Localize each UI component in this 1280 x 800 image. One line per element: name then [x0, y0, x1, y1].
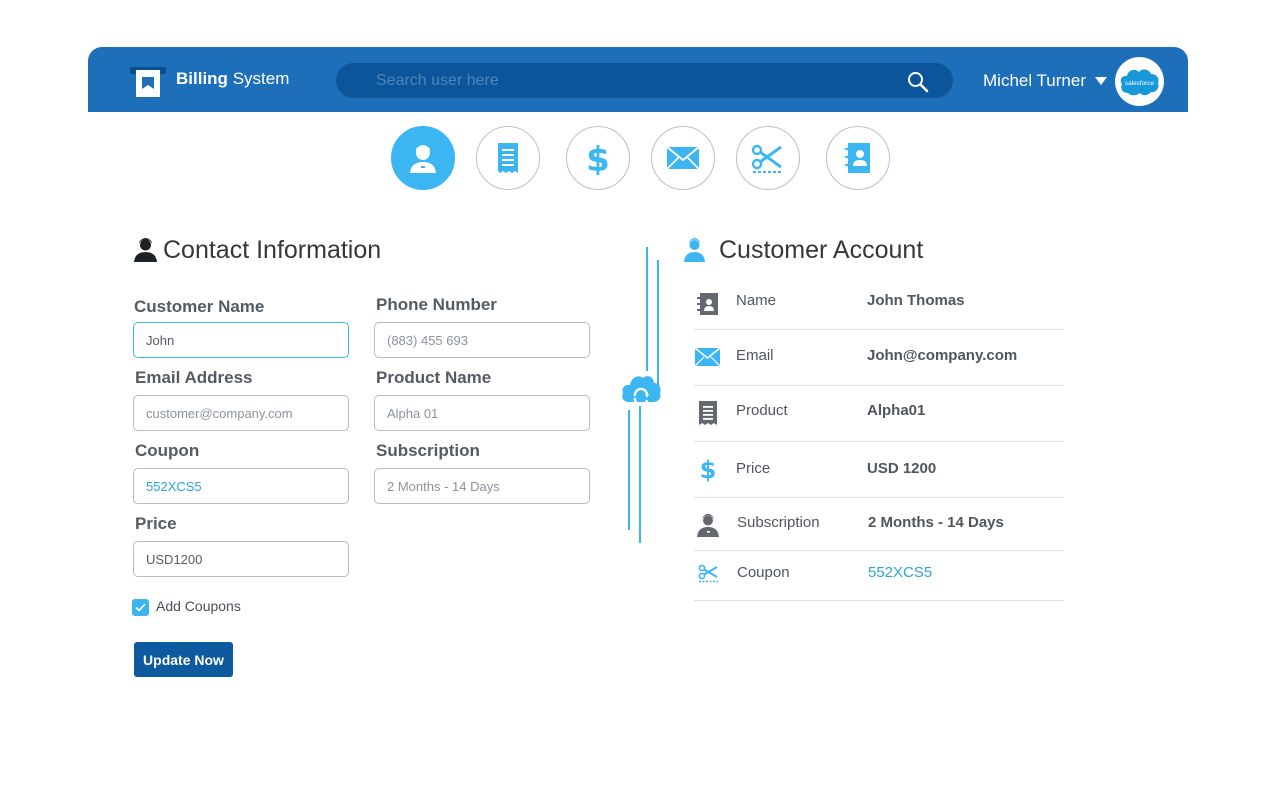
row-divider [694, 385, 1064, 386]
customer-account-title: Customer Account [719, 236, 924, 264]
user-icon [410, 145, 436, 173]
coupon-field[interactable] [133, 468, 349, 504]
phone-number-label: Phone Number [376, 295, 497, 314]
customer-name-label: Customer Name [134, 297, 265, 316]
app-header: Billing System Michel Turner salesforce [88, 47, 1188, 112]
add-coupons-label[interactable]: Add Coupons [156, 598, 241, 614]
nav-payment-button[interactable]: $ [566, 126, 630, 190]
email-address-label: Email Address [135, 368, 253, 387]
search-icon[interactable] [907, 71, 929, 93]
customer-name-field[interactable] [133, 322, 349, 358]
dollar-icon: $ [586, 141, 610, 175]
user-icon [697, 513, 719, 537]
receipt-icon [699, 401, 717, 425]
row-divider [694, 600, 1064, 601]
row-divider [694, 497, 1064, 498]
nav-coupon-button[interactable] [736, 126, 800, 190]
row-divider [694, 329, 1064, 330]
mail-icon [695, 348, 720, 366]
divider-line [646, 247, 648, 371]
chevron-down-icon[interactable] [1094, 76, 1108, 86]
receipt-icon [498, 143, 518, 173]
account-row-label: Name [736, 292, 777, 309]
avatar[interactable]: salesforce [1115, 57, 1164, 106]
divider-line [639, 405, 641, 543]
avatar-brand-text: salesforce [1125, 80, 1155, 87]
account-row-label: Subscription [737, 514, 820, 531]
add-coupons-checkbox[interactable] [132, 599, 149, 616]
phone-number-field[interactable] [374, 322, 590, 358]
divider-line [628, 410, 630, 530]
subscription-label: Subscription [376, 441, 480, 460]
divider-line [657, 260, 659, 386]
update-now-button[interactable]: Update Now [134, 642, 233, 677]
nav-mail-button[interactable] [651, 126, 715, 190]
row-divider [694, 441, 1064, 442]
account-row-value: John Thomas [867, 292, 965, 309]
product-name-label: Product Name [376, 368, 492, 387]
salesforce-logo-icon: salesforce [1120, 69, 1159, 96]
brand-title[interactable]: Billing System [176, 69, 289, 89]
dollar-icon: $ [700, 456, 717, 482]
scissors-icon [751, 144, 783, 173]
user-icon [684, 238, 705, 262]
account-row-value[interactable]: 552XCS5 [868, 564, 932, 581]
product-name-field[interactable] [374, 395, 590, 431]
nav-contacts-button[interactable] [826, 126, 890, 190]
account-row-label: Product [736, 402, 788, 419]
brand-title-light: System [232, 69, 290, 88]
price-label: Price [135, 514, 177, 533]
nav-invoice-button[interactable] [476, 126, 540, 190]
billing-logo-icon [130, 67, 166, 97]
account-row-label: Price [736, 460, 771, 477]
scissors-icon [698, 564, 718, 583]
contact-book-icon [845, 143, 870, 173]
account-row-value: USD 1200 [867, 460, 937, 477]
account-row-label: Coupon [737, 564, 790, 581]
mail-icon [666, 146, 700, 170]
search-input[interactable] [376, 63, 896, 98]
account-row-value: 2 Months - 14 Days [868, 514, 1004, 531]
cloud-sync-icon[interactable] [621, 372, 661, 410]
contact-book-icon [697, 293, 718, 315]
coupon-label: Coupon [135, 441, 200, 460]
email-field[interactable] [133, 395, 349, 431]
account-row-value: John@company.com [867, 347, 1018, 364]
subscription-field[interactable] [374, 468, 590, 504]
nav-contact-button[interactable] [391, 126, 455, 190]
user-icon [134, 238, 157, 262]
user-name[interactable]: Michel Turner [983, 71, 1086, 91]
account-row-label: Email [736, 347, 774, 364]
account-row-value: Alpha01 [867, 402, 926, 419]
price-field[interactable] [133, 541, 349, 577]
row-divider [694, 550, 1064, 551]
check-icon [135, 603, 146, 612]
brand-title-bold: Billing [176, 69, 228, 88]
svg-text:$: $ [586, 141, 610, 175]
contact-info-title: Contact Information [163, 236, 382, 264]
search-bar [336, 63, 953, 98]
svg-text:$: $ [700, 456, 717, 482]
